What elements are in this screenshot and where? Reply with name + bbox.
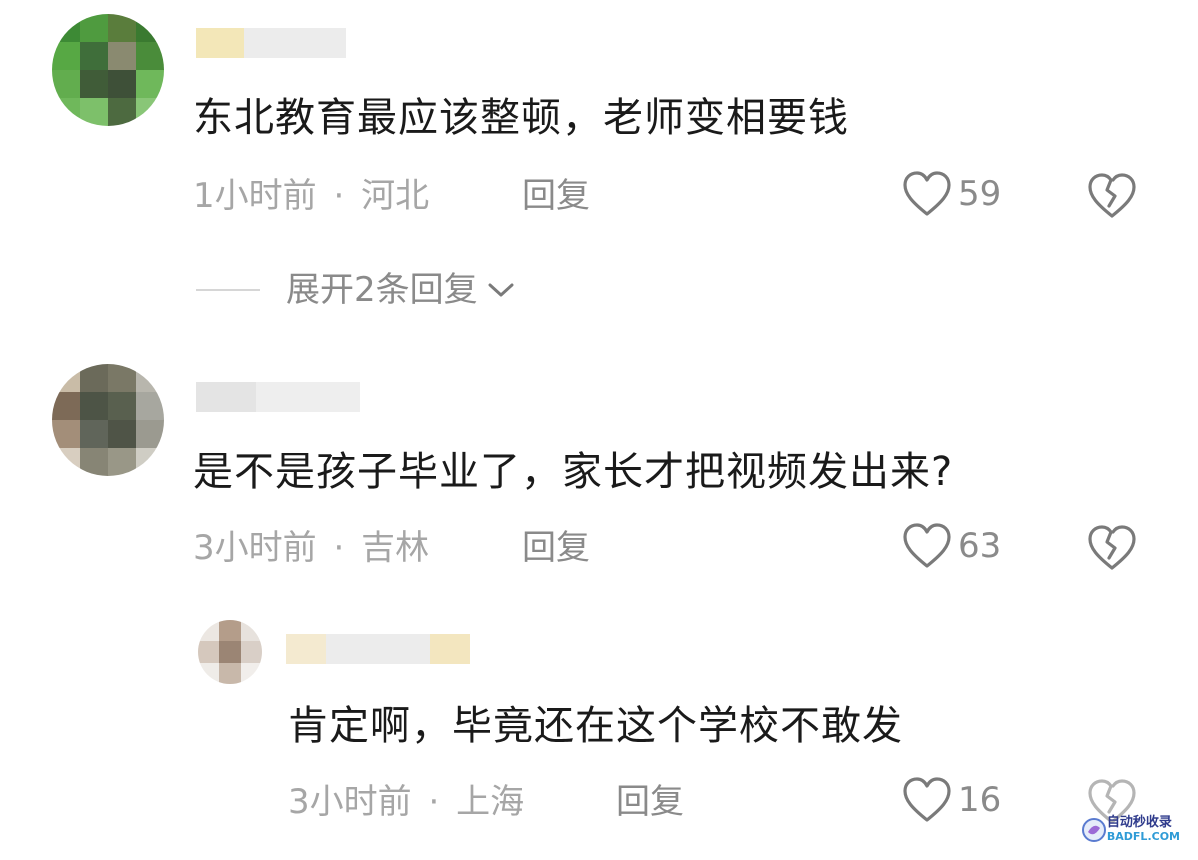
- chevron-down-icon: [488, 283, 514, 297]
- comment-location: 吉林: [361, 528, 430, 568]
- avatar[interactable]: [198, 620, 262, 684]
- username-blurred[interactable]: [196, 28, 346, 58]
- watermark-line2: BADFL.COM: [1106, 830, 1180, 843]
- comment-time: 3小时前: [288, 782, 412, 822]
- username-blurred[interactable]: [286, 634, 470, 664]
- comment-time: 1小时前: [193, 176, 317, 216]
- meta-separator: ·: [333, 528, 345, 568]
- comment-meta: 1小时前 · 河北: [193, 176, 429, 216]
- like-button[interactable]: 63: [902, 522, 1001, 570]
- like-button[interactable]: 16: [902, 776, 1001, 824]
- avatar[interactable]: [52, 364, 164, 476]
- comment-text: 是不是孩子毕业了，家长才把视频发出来?: [193, 449, 954, 495]
- broken-heart-icon[interactable]: [1086, 524, 1138, 572]
- comment-location: 上海: [456, 782, 525, 822]
- like-button[interactable]: 59: [902, 170, 1001, 218]
- meta-separator: ·: [428, 782, 440, 822]
- meta-separator: ·: [333, 176, 345, 216]
- heart-icon: [903, 777, 951, 822]
- reply-button[interactable]: 回复: [616, 782, 684, 822]
- reply-button[interactable]: 回复: [522, 176, 590, 216]
- like-count: 16: [958, 780, 1002, 820]
- watermark-line1: 自动秒收录: [1106, 815, 1172, 830]
- heart-icon: [903, 523, 951, 568]
- comment-meta: 3小时前 · 吉林: [193, 528, 429, 568]
- expand-replies-button[interactable]: 展开2条回复: [196, 270, 516, 310]
- comment-time: 3小时前: [193, 528, 317, 568]
- avatar[interactable]: [52, 14, 164, 126]
- watermark-logo-icon: [1081, 818, 1106, 842]
- username-blurred[interactable]: [196, 382, 360, 412]
- comment-location: 河北: [361, 176, 430, 216]
- watermark: 自动秒收录 BADFL.COM: [1081, 816, 1180, 844]
- expand-replies-label: 展开2条回复: [286, 270, 478, 310]
- like-count: 59: [958, 174, 1002, 214]
- like-count: 63: [958, 526, 1002, 566]
- reply-text: 肯定啊，毕竟还在这个学校不敢发: [288, 703, 903, 749]
- divider-line: [196, 289, 260, 291]
- comment-meta: 3小时前 · 上海: [288, 782, 524, 822]
- heart-icon: [903, 171, 951, 216]
- reply-button[interactable]: 回复: [522, 528, 590, 568]
- broken-heart-icon[interactable]: [1086, 172, 1138, 220]
- comment-text: 东北教育最应该整顿，老师变相要钱: [193, 95, 849, 141]
